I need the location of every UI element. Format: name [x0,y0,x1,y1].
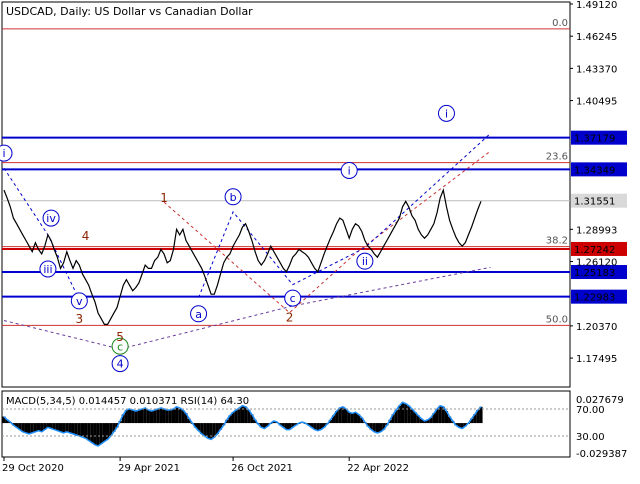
date-tick-label: 29 Oct 2020 [2,463,64,474]
fib-level-label: 50.0 [546,314,568,325]
wave-label-blue: v [76,295,83,308]
price-panel-frame [1,1,571,388]
wave-label-brown: 2 [286,310,294,324]
level-tag-label: 1.22983 [574,293,615,304]
macd-bar [62,423,66,433]
macd-bar [168,410,172,424]
macd-bar [58,423,63,432]
wave-label-blue: ii [362,255,368,268]
indicator-readout: MACD(5,34,5) 0.014457 0.010371 RSI(14) 6… [6,396,249,407]
wave-label-blue: c [290,292,296,305]
wave-label-blue: 4 [117,358,124,371]
macd-bar [178,407,182,424]
macd-bar [127,408,132,424]
wave-label-blue: i [348,164,351,177]
price-tick-label: 1.43370 [576,64,617,75]
wave-label-brown: 3 [75,312,83,326]
macd-bar [162,408,166,424]
date-axis: 29 Oct 2020 29 Apr 2021 26 Oct 2021 22 Apr … [2,457,409,474]
indicator-tick-label: 70.00 [576,405,605,416]
macd-bar [27,423,31,434]
price-tick-label: 1.49120 [576,0,617,11]
macd-bar [134,411,138,424]
macd-bar [438,405,442,424]
macd-bar [153,410,157,424]
macd-bar [80,423,85,438]
macd-bar [102,423,106,442]
macd-bar [209,423,213,440]
macd-bar [234,410,238,424]
macd-bar [137,410,141,424]
macd-bar [347,412,351,424]
wave-label-blue: iii [43,263,52,276]
macd-bar [165,410,169,424]
macd-bar [131,410,135,424]
macd-bar [105,423,110,440]
price-tick-label: 1.28993 [576,225,617,236]
indicator-tick-label: -0.029387 [576,449,627,460]
wave-label-blue: i [2,147,5,160]
macd-bar [90,423,94,443]
indicator-tick-label: 30.00 [576,432,605,443]
wave-label-blue: a [195,308,202,321]
price-axis: 1.49120 1.46245 1.43370 1.40495 1.28993 1.261… [570,0,627,365]
macd-bar [156,408,160,424]
macd-bar [407,405,411,424]
wave-label-blue: i [445,107,448,120]
chart-root: 1.37179 1.34349 1.27242 1.25183 1.22983 0.0 2… [0,0,640,480]
current-price-label: 1.31551 [574,197,615,208]
macd-bar [71,423,75,434]
macd-bar [68,423,72,433]
macd-bar [338,407,342,424]
fib-level-label: 38.2 [546,236,568,247]
macd-bar [400,402,405,424]
price-tick-label: 1.26120 [576,258,617,269]
price-tick-label: 1.20370 [576,322,617,333]
macd-bar [33,423,37,432]
wave-label-blue: iv [46,212,56,225]
macd-bar [159,407,163,424]
date-tick-label: 29 Apr 2021 [118,463,180,474]
date-tick-label: 26 Oct 2021 [231,463,293,474]
macd-bar [65,423,69,432]
wave-label-brown: 5 [116,330,124,344]
level-tag-label: 1.37179 [574,134,615,145]
macd-bar [375,423,380,433]
level-tag-label: 1.25183 [574,268,615,279]
chart-title: USDCAD, Daily: US Dollar vs Canadian Dol… [6,5,253,18]
chart-svg: 1.37179 1.34349 1.27242 1.25183 1.22983 0.0 2… [0,0,627,474]
macd-bar [74,423,78,436]
macd-bar [146,410,150,424]
macd-bar [143,407,147,424]
wave-label-blue: b [230,191,237,204]
date-tick-label: 22 Apr 2022 [347,463,409,474]
price-tick-label: 1.17495 [576,354,617,365]
price-tick-label: 1.40495 [576,97,617,108]
macd-bar [149,411,154,424]
wave-label-brown: 1 [160,191,168,205]
macd-bar [87,423,91,441]
macd-bar [96,423,100,446]
wave-label-brown: 4 [82,229,90,243]
level-tag-label: 1.34349 [574,165,615,176]
macd-bar [203,423,207,437]
macd-bar [237,407,241,424]
level-tag-label: 1.27242 [574,245,615,256]
macd-bar [30,423,34,433]
macd-bar [77,423,81,437]
macd-bar [240,405,245,424]
price-tick-label: 1.46245 [576,32,617,43]
macd-bar [404,403,408,424]
macd-bar [350,413,354,424]
macd-bar [171,408,176,424]
fib-level-label: 0.0 [552,18,568,29]
macd-bar [24,423,28,433]
macd-bar [140,408,144,424]
macd-bar [36,423,41,431]
macd-bar [93,423,97,445]
macd-bar [99,423,103,444]
fib-level-label: 23.6 [546,152,568,163]
